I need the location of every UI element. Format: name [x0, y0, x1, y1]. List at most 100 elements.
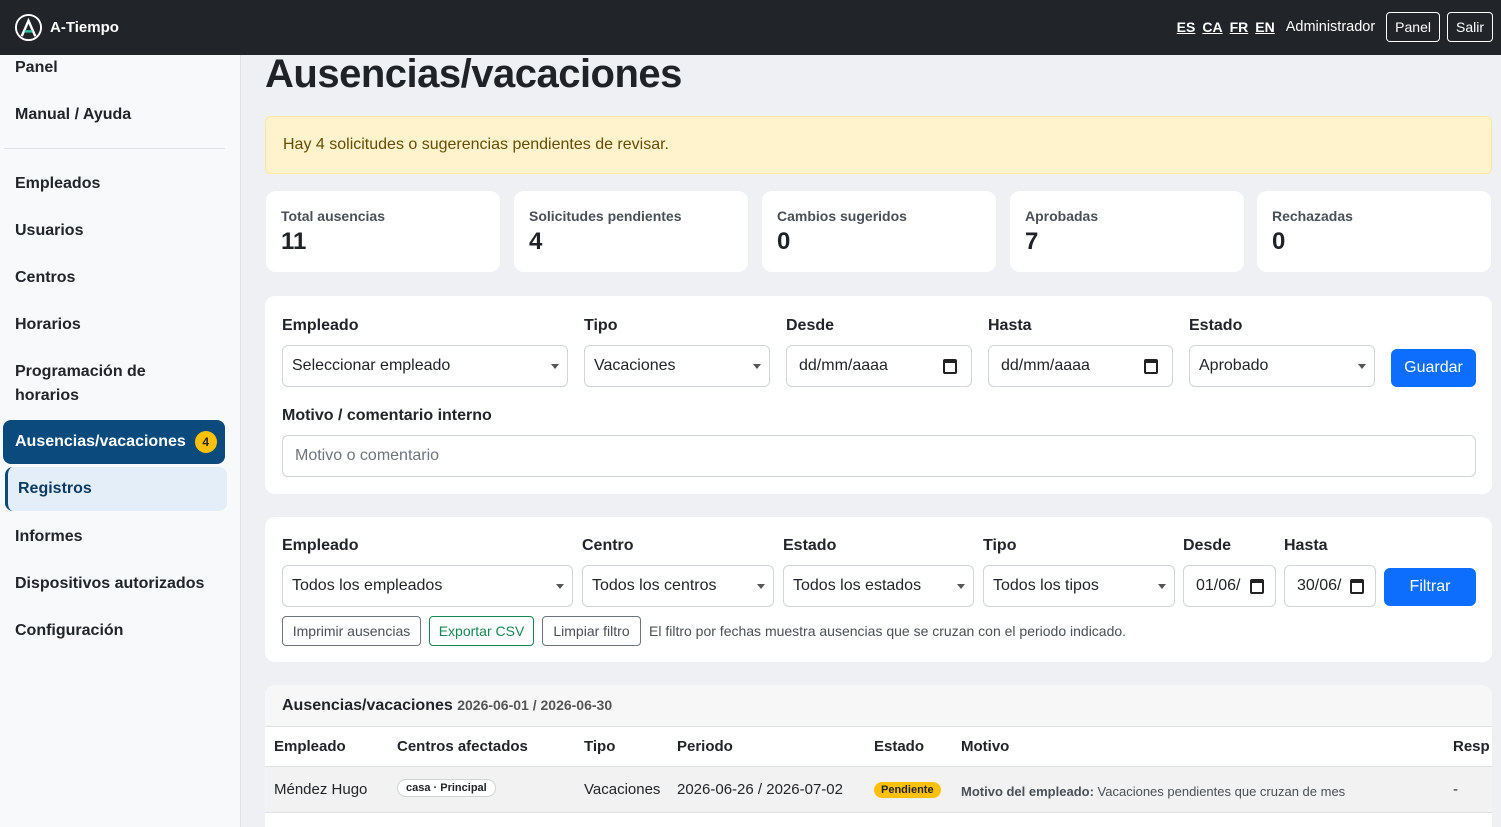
form-comment-label: Motivo / comentario interno	[282, 407, 492, 424]
form-status-select[interactable]: Aprobado	[1189, 345, 1375, 387]
logout-button[interactable]: Salir	[1446, 12, 1493, 42]
filter-center-select[interactable]: Todos los centros	[582, 565, 774, 607]
sidebar-item-usuarios[interactable]: Usuarios	[15, 219, 83, 243]
filter-status-label: Estado	[783, 537, 837, 554]
sidebar-item-manual[interactable]: Manual / Ayuda	[15, 103, 131, 127]
chevron-down-icon	[1358, 364, 1366, 369]
column-header-reason[interactable]: Motivo	[961, 738, 1009, 755]
sidebar-item-programacion[interactable]: Programación de horarios	[15, 360, 146, 408]
sidebar-divider	[4, 148, 225, 149]
sidebar-item-horarios[interactable]: Horarios	[15, 313, 81, 337]
filter-type-select[interactable]: Todos los tipos	[983, 565, 1175, 607]
sidebar-item-programacion-line2: horarios	[15, 387, 80, 404]
sidebar-item-centros[interactable]: Centros	[15, 266, 75, 290]
print-button[interactable]: Imprimir ausencias	[282, 616, 421, 646]
form-employee-label: Empleado	[282, 317, 359, 334]
lang-fr-link[interactable]: FR	[1230, 19, 1249, 35]
lang-ca-link[interactable]: CA	[1202, 19, 1222, 35]
filter-to-date[interactable]: 30/06/	[1284, 565, 1376, 607]
stat-label: Cambios sugeridos	[777, 208, 907, 224]
form-type-label: Tipo	[584, 317, 618, 334]
table-header-bar: Ausencias/vacaciones 2026-06-01 / 2026-0…	[265, 685, 1492, 727]
stat-value: 7	[1025, 228, 1039, 255]
table-title: Ausencias/vacaciones	[282, 697, 453, 714]
filter-to-label: Hasta	[1284, 537, 1328, 554]
column-header-period[interactable]: Periodo	[677, 738, 733, 755]
filter-to-value: 30/06/	[1297, 577, 1342, 594]
export-csv-button[interactable]: Exportar CSV	[429, 616, 534, 646]
save-button[interactable]: Guardar	[1391, 349, 1476, 387]
calendar-icon[interactable]	[1250, 579, 1264, 594]
chevron-down-icon	[757, 584, 765, 589]
sidebar-item-ausencias-label: Ausencias/vacaciones	[15, 433, 186, 450]
center-badge: casa · Principal	[397, 779, 496, 797]
form-from-date[interactable]: dd/mm/aaaa	[786, 345, 972, 387]
filter-center-value: Todos los centros	[592, 577, 717, 594]
stat-card-total: Total ausencias 11	[266, 191, 500, 272]
user-name: Administrador	[1285, 19, 1376, 35]
sidebar-item-dispositivos[interactable]: Dispositivos autorizados	[15, 572, 204, 596]
chevron-down-icon	[556, 584, 564, 589]
form-status-value: Aprobado	[1199, 357, 1269, 374]
stat-label: Solicitudes pendientes	[529, 208, 682, 224]
stat-label: Rechazadas	[1272, 208, 1353, 224]
column-header-type[interactable]: Tipo	[584, 738, 615, 755]
sidebar-item-informes[interactable]: Informes	[15, 525, 83, 549]
filter-status-value: Todos los estados	[793, 577, 922, 594]
filter-employee-select[interactable]: Todos los empleados	[282, 565, 573, 607]
sidebar-item-registros[interactable]: Registros	[5, 467, 227, 511]
form-to-date[interactable]: dd/mm/aaaa	[988, 345, 1173, 387]
sidebar-item-programacion-line1: Programación de	[15, 363, 146, 380]
stat-value: 11	[281, 228, 307, 255]
reason-label: Motivo del empleado:	[961, 784, 1094, 799]
stat-card-pending: Solicitudes pendientes 4	[514, 191, 748, 272]
form-from-label: Desde	[786, 317, 835, 334]
sidebar-item-configuracion[interactable]: Configuración	[15, 619, 123, 643]
sidebar-item-ausencias[interactable]: Ausencias/vacaciones 4	[3, 420, 225, 464]
chevron-down-icon	[1158, 584, 1166, 589]
filter-type-label: Tipo	[983, 537, 1017, 554]
chevron-down-icon	[753, 364, 761, 369]
lang-es-link[interactable]: ES	[1177, 19, 1196, 35]
stat-card-rejected: Rechazadas 0	[1257, 191, 1491, 272]
filter-note: El filtro por fechas muestra ausencias q…	[649, 623, 1127, 639]
filter-button[interactable]: Filtrar	[1384, 568, 1476, 606]
calendar-icon[interactable]	[1350, 579, 1364, 594]
sidebar-item-empleados[interactable]: Empleados	[15, 172, 100, 196]
form-to-value: dd/mm/aaaa	[1001, 357, 1090, 374]
column-header-centers[interactable]: Centros afectados	[397, 738, 528, 755]
cell-period: 2026-06-26 / 2026-07-02	[677, 781, 843, 798]
absences-table-card: Ausencias/vacaciones 2026-06-01 / 2026-0…	[265, 685, 1492, 827]
calendar-icon[interactable]	[1144, 359, 1158, 374]
cell-response: -	[1453, 781, 1458, 798]
form-type-select[interactable]: Vacaciones	[584, 345, 770, 387]
stat-label: Total ausencias	[281, 208, 386, 224]
status-badge: Pendiente	[874, 782, 941, 798]
column-header-response[interactable]: Resp	[1453, 738, 1490, 755]
form-employee-select[interactable]: Seleccionar empleado	[282, 345, 568, 387]
brand[interactable]: A-Tiempo	[14, 13, 119, 42]
stat-value: 0	[777, 228, 791, 255]
form-status-label: Estado	[1189, 317, 1243, 334]
filter-employee-value: Todos los empleados	[292, 577, 443, 594]
sidebar: Panel Manual / Ayuda Empleados Usuarios …	[0, 55, 241, 827]
stat-card-suggested: Cambios sugeridos 0	[762, 191, 996, 272]
clear-filter-button[interactable]: Limpiar filtro	[542, 616, 641, 646]
filter-status-select[interactable]: Todos los estados	[783, 565, 974, 607]
filter-from-date[interactable]: 01/06/	[1183, 565, 1276, 607]
top-navbar: A-Tiempo ES CA FR EN Administrador Panel…	[0, 0, 1501, 55]
panel-button[interactable]: Panel	[1386, 12, 1440, 42]
stat-value: 0	[1272, 228, 1286, 255]
lang-en-link[interactable]: EN	[1255, 19, 1274, 35]
filter-center-label: Centro	[582, 537, 634, 554]
chevron-down-icon	[551, 364, 559, 369]
form-from-value: dd/mm/aaaa	[799, 357, 888, 374]
filter-from-label: Desde	[1183, 537, 1232, 554]
calendar-icon[interactable]	[943, 359, 957, 374]
column-header-employee[interactable]: Empleado	[274, 738, 346, 755]
stat-card-approved: Aprobadas 7	[1010, 191, 1244, 272]
column-header-status[interactable]: Estado	[874, 738, 924, 755]
sidebar-item-panel[interactable]: Panel	[15, 56, 58, 80]
cell-employee: Méndez Hugo	[274, 781, 368, 798]
form-comment-input[interactable]: Motivo o comentario	[282, 435, 1476, 477]
